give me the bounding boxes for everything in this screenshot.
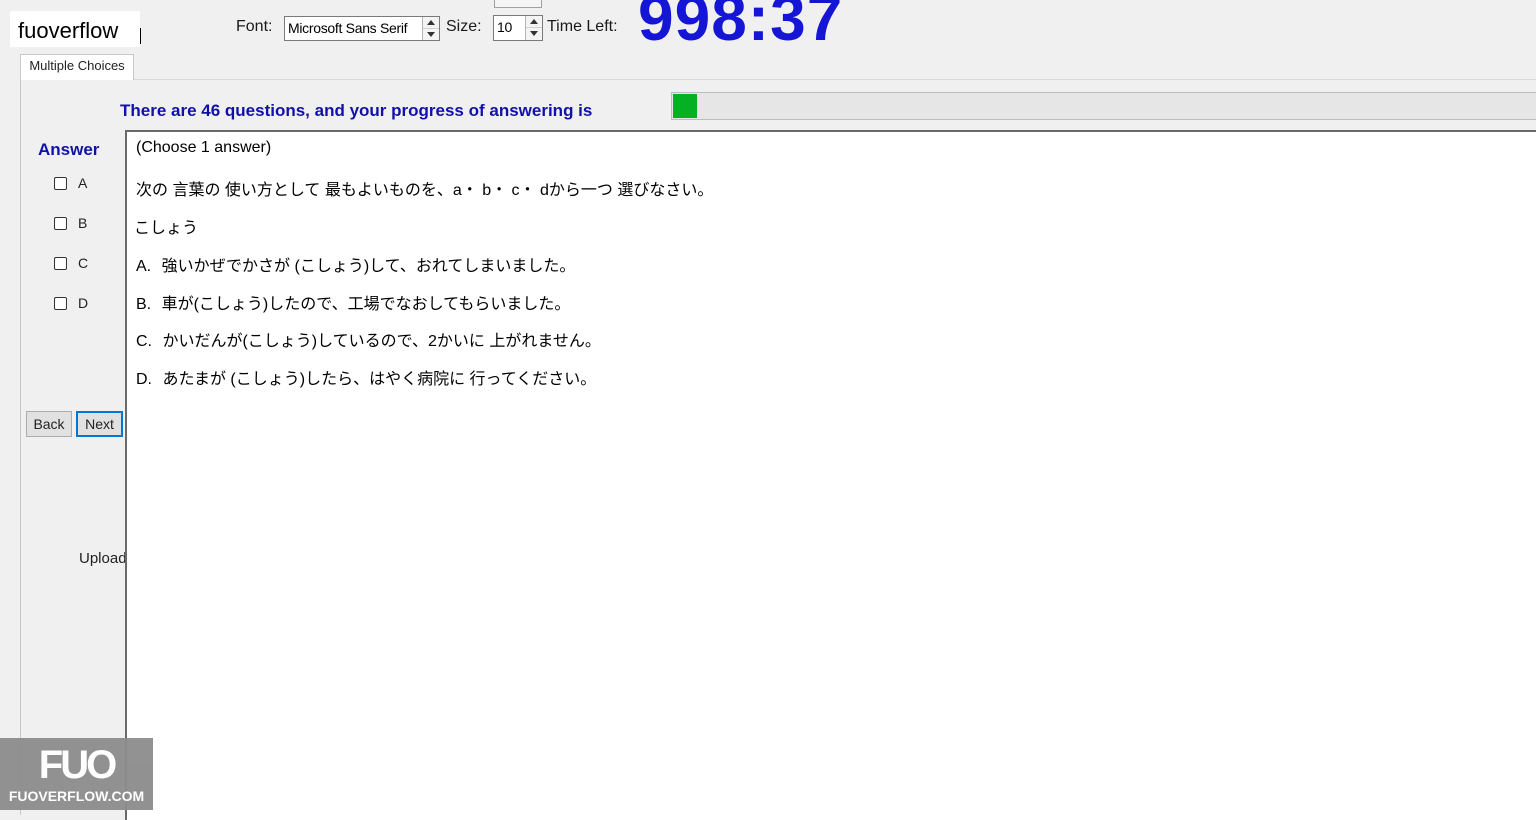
choice-text: 車が(こしょう)したので、工場でなおしてもらいました。 [161,296,571,313]
choice-prefix: A. [136,258,152,275]
choice-prefix: D. [136,371,152,388]
font-selector[interactable]: Microsoft Sans Serif [284,16,440,41]
size-spin-buttons[interactable] [525,16,542,40]
choice-text: 強いかぜでかさが (こしょう)して、おれてしまいました。 [161,258,576,275]
progress-text: There are 46 questions, and your progres… [120,101,593,120]
font-up-button[interactable] [423,17,439,29]
back-button[interactable]: Back [26,411,72,437]
watermark-logo: FUO [38,743,117,787]
question-prompt: 次の 言葉の 使い方として 最もよいものを、a・ b・ c・ dから一つ 選びな… [136,182,714,199]
question-word: こしょう [134,220,199,237]
font-label: Font: [236,18,273,35]
size-up-button[interactable] [526,16,542,28]
chevron-down-icon [530,31,538,36]
option-letter: C [78,255,89,271]
choice-d: D. あたまが (こしょう)したら、はやく病院に 行ってください。 [136,365,596,389]
chevron-down-icon [427,31,435,37]
tab-multiple-choices[interactable]: Multiple Choices [20,54,134,80]
choice-text: あたまが (こしょう)したら、はやく病院に 行ってください。 [162,371,597,388]
watermark: FUO FUOVERFLOW.COM [0,738,153,810]
checkbox-b[interactable] [54,217,67,230]
option-letter: D [78,295,89,311]
progress-bar [671,92,1536,120]
question-panel: (Choose 1 answer) 次の 言葉の 使い方として 最もよいものを、… [125,130,1536,820]
checkbox-d[interactable] [54,297,67,310]
next-button[interactable]: Next [76,411,123,437]
font-spin-buttons[interactable] [422,17,439,40]
choice-text: かいだんが(こしょう)しているので、2かいに 上がれません。 [162,333,601,350]
font-down-button[interactable] [423,29,439,41]
watermark-site: FUOVERFLOW.COM [8,788,145,804]
question-instruction: (Choose 1 answer) [136,139,272,156]
option-letter: B [78,215,88,231]
partial-stepper[interactable] [494,0,542,8]
choice-c: C. かいだんが(こしょう)しているので、2かいに 上がれません。 [136,327,601,351]
size-label: Size: [446,18,482,35]
chevron-up-icon [530,19,538,24]
size-down-button[interactable] [526,28,542,40]
answer-title: Answer [38,140,100,159]
progress-bar-fill [673,94,697,118]
text-cursor [140,28,141,44]
brand-label: fuoverflow [18,18,119,43]
size-value: 10 [497,19,512,35]
checkbox-c[interactable] [54,257,67,270]
chevron-up-icon [427,20,435,25]
choice-b: B. 車が(こしょう)したので、工場でなおしてもらいました。 [136,290,570,314]
choice-a: A. 強いかぜでかさが (こしょう)して、おれてしまいました。 [136,252,575,276]
time-left-label: Time Left: [547,18,618,35]
time-left-value: 998:37 [638,0,844,54]
choice-prefix: B. [136,296,152,313]
size-stepper[interactable]: 10 [493,15,543,41]
choice-prefix: C. [136,333,152,350]
option-letter: A [78,175,88,191]
font-value: Microsoft Sans Serif [288,20,408,36]
checkbox-a[interactable] [54,177,67,190]
